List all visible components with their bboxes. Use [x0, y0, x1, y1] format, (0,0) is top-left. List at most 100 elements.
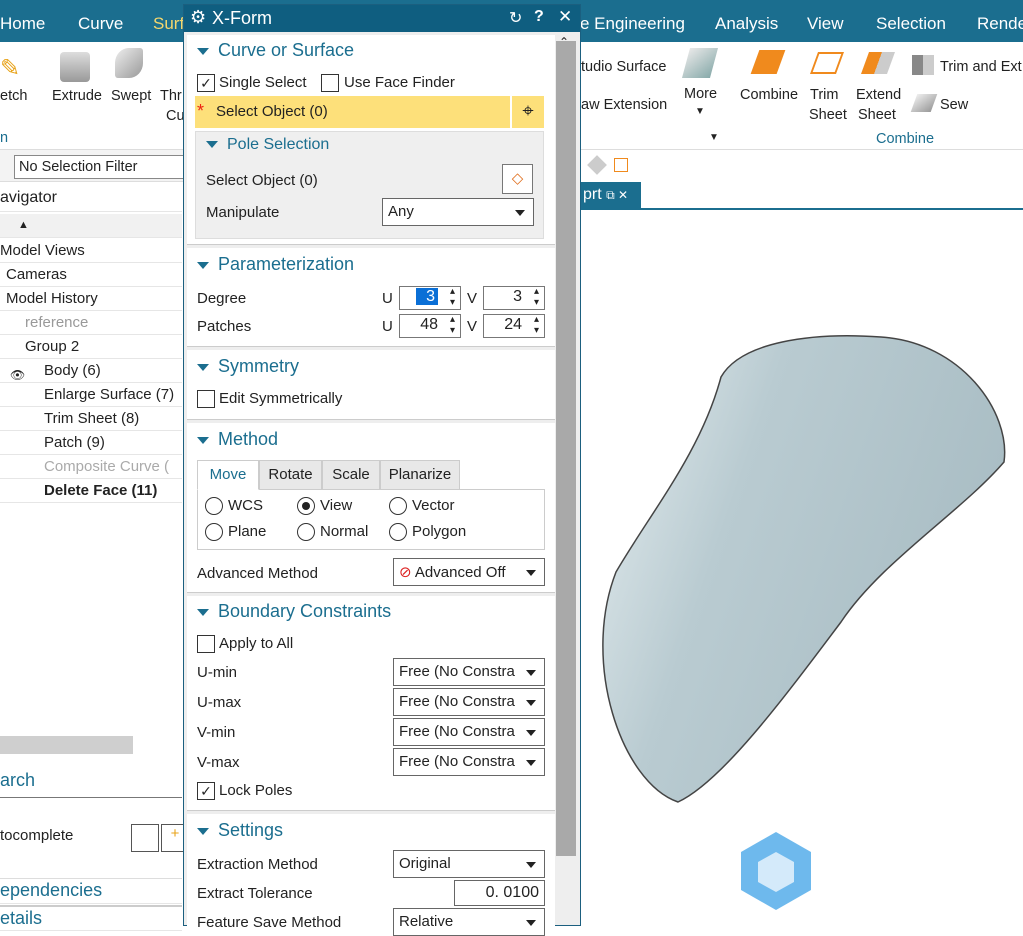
u-max-dropdown[interactable]: Free (No Constra [393, 688, 545, 716]
single-select-checkbox[interactable]: ✓ [197, 74, 215, 92]
symmetry-header[interactable]: Symmetry [197, 356, 299, 377]
patches-v-spinner[interactable]: 24 [483, 314, 545, 338]
tab-surface[interactable]: Surf [153, 14, 184, 34]
nav-item[interactable]: Model History [0, 287, 182, 311]
dependencies-header[interactable]: ependencies [0, 878, 182, 904]
parameterization-header[interactable]: Parameterization [197, 254, 354, 275]
polygon-label: Polygon [412, 523, 467, 540]
extract-tolerance-input[interactable]: 0. 0100 [454, 880, 545, 906]
extraction-method-dropdown[interactable]: Original [393, 850, 545, 878]
tab-home[interactable]: Home [0, 14, 45, 34]
tab-render[interactable]: Rende [977, 14, 1023, 34]
settings-header[interactable]: Settings [197, 820, 283, 841]
radio-normal[interactable] [297, 523, 315, 541]
v-max-dropdown[interactable]: Free (No Constra [393, 748, 545, 776]
select-object-label: Select Object (0) [216, 103, 328, 120]
pole-selection-header[interactable]: Pole Selection [206, 136, 329, 154]
use-face-finder-checkbox[interactable] [321, 74, 339, 92]
through-curves-button[interactable]: Thr [160, 86, 182, 106]
tab-planarize[interactable]: Planarize [380, 460, 460, 490]
graphics-viewport[interactable]: prt ⧉ ✕ [581, 182, 1023, 926]
tab-selection[interactable]: Selection [876, 14, 946, 34]
search-header[interactable]: arch [0, 764, 182, 798]
tab-rotate[interactable]: Rotate [259, 460, 322, 490]
combine-button[interactable]: Combine [740, 85, 798, 105]
degree-v-spinner[interactable]: 3 [483, 286, 545, 310]
swept-button[interactable]: Swept [111, 86, 151, 106]
extrude-button[interactable]: Extrude [52, 86, 102, 106]
crosshair-icon[interactable]: ⌖ [512, 96, 544, 128]
view-box-icon[interactable] [614, 158, 628, 172]
radio-vector[interactable] [389, 497, 407, 515]
degree-u-spinner[interactable]: 3 [399, 286, 461, 310]
radio-polygon[interactable] [389, 523, 407, 541]
scroll-up-icon[interactable]: ⌃ [559, 35, 569, 49]
nav-item[interactable]: Model Views [0, 239, 182, 263]
boundary-constraints-header[interactable]: Boundary Constraints [197, 601, 391, 622]
tab-analysis[interactable]: Analysis [715, 14, 778, 34]
extrude-icon [60, 52, 90, 82]
tab-move[interactable]: Move [197, 460, 259, 490]
eye-icon[interactable]: 👁 [10, 368, 25, 382]
gallery-dropdown-icon[interactable]: ▼ [709, 128, 719, 148]
studio-surface-button[interactable]: tudio Surface [581, 57, 666, 77]
apply-to-all-checkbox[interactable] [197, 635, 215, 653]
select-object-row[interactable]: * Select Object (0) [195, 96, 510, 128]
more-dropdown-icon[interactable]: ▼ [695, 102, 705, 122]
combine-group-label: Combine [876, 131, 935, 147]
u-min-dropdown[interactable]: Free (No Constra [393, 658, 545, 686]
nav-item[interactable]: Patch (9) [0, 431, 182, 455]
method-header[interactable]: Method [197, 429, 278, 450]
nav-item[interactable]: Delete Face (11) [0, 479, 182, 503]
reset-icon[interactable]: ↻ [509, 8, 522, 28]
details-header[interactable]: etails [0, 905, 182, 931]
select-pole-icon[interactable]: ◇ [502, 164, 533, 194]
curve-or-surface-header[interactable]: Curve or Surface [197, 40, 354, 61]
radio-view[interactable] [297, 497, 315, 515]
xform-dialog: ⚙ X-Form ↻ ? ✕ ⌃ Curve or Surface ✓ Sing… [183, 4, 581, 936]
patches-u-spinner[interactable]: 48 [399, 314, 461, 338]
view-list-icon[interactable] [131, 824, 159, 852]
selection-filter-dropdown[interactable]: No Selection Filter [14, 155, 184, 179]
help-icon[interactable]: ? [534, 8, 544, 26]
radio-wcs[interactable] [205, 497, 223, 515]
advanced-method-dropdown[interactable]: ⊘ Advanced Off [393, 558, 545, 586]
trim-extend-button[interactable]: Trim and Ext [940, 57, 1022, 77]
sketch-button[interactable]: etch [0, 86, 27, 106]
v-label: V [467, 318, 478, 335]
horizontal-scrollbar[interactable] [0, 736, 133, 754]
view-cube-icon[interactable] [587, 155, 607, 175]
method-section: Method Move Rotate Scale Planarize WCS V… [187, 423, 555, 593]
parameterization-section: Parameterization Degree U 3 V 3 Patches … [187, 248, 555, 347]
radio-plane[interactable] [205, 523, 223, 541]
nav-item[interactable]: Group 2 [0, 335, 182, 359]
dialog-title-bar[interactable]: ⚙ X-Form ↻ ? ✕ [184, 5, 580, 32]
nav-item[interactable]: Body (6) [0, 359, 182, 383]
advanced-method-label: Advanced Method [197, 565, 318, 582]
nav-item[interactable]: Enlarge Surface (7) [0, 383, 182, 407]
more-button[interactable]: More [684, 84, 717, 104]
lock-poles-checkbox[interactable]: ✓ [197, 782, 215, 800]
extend-sheet-button[interactable]: Extend [856, 85, 901, 105]
trim-sheet-button[interactable]: Trim [810, 85, 838, 105]
nav-item[interactable]: Trim Sheet (8) [0, 407, 182, 431]
sew-button[interactable]: Sew [940, 95, 968, 115]
tab-engineering[interactable]: e Engineering [580, 14, 685, 34]
degree-u-value[interactable]: 3 [416, 288, 438, 305]
sort-ascending-icon[interactable]: ▲ [0, 214, 182, 238]
manipulate-dropdown[interactable]: Any [382, 198, 534, 226]
gear-icon[interactable]: ⚙ [190, 7, 206, 28]
extension-button[interactable]: aw Extension [581, 95, 667, 115]
tab-scale[interactable]: Scale [322, 460, 380, 490]
v-min-dropdown[interactable]: Free (No Constra [393, 718, 545, 746]
feature-save-method-dropdown[interactable]: Relative [393, 908, 545, 936]
close-icon[interactable]: ✕ [558, 7, 572, 27]
dialog-scrollbar[interactable] [556, 41, 576, 856]
nav-item[interactable]: Cameras [0, 263, 182, 287]
tab-curve[interactable]: Curve [78, 14, 123, 34]
nav-item[interactable]: Composite Curve ( [0, 455, 182, 479]
nav-item[interactable]: reference [0, 311, 182, 335]
tab-view[interactable]: View [807, 14, 844, 34]
view-label: View [320, 497, 353, 514]
edit-symmetrically-checkbox[interactable] [197, 390, 215, 408]
